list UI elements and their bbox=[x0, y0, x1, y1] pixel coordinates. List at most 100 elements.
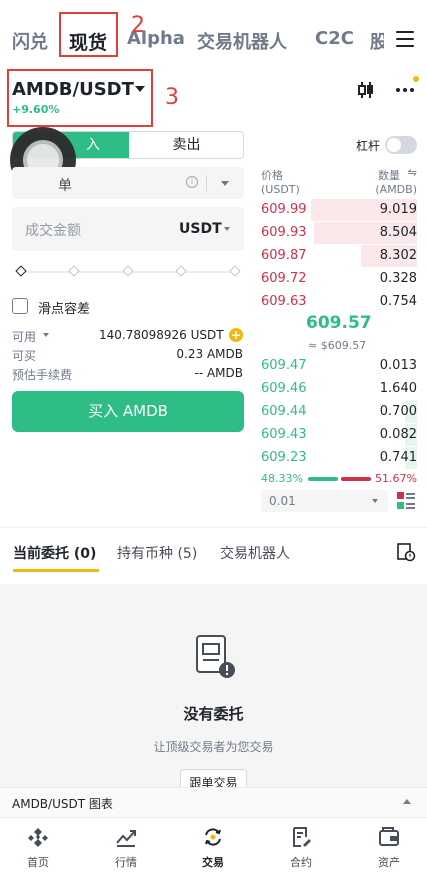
nav-home[interactable]: 首页 bbox=[8, 826, 68, 870]
amount-field[interactable]: 成交金额 USDT bbox=[12, 207, 244, 251]
info-icon[interactable]: i bbox=[186, 176, 198, 188]
bid-price: 609.43 bbox=[261, 427, 307, 442]
ask-price: 609.63 bbox=[261, 294, 307, 309]
swap-unit-icon[interactable]: ⇋ bbox=[408, 166, 417, 179]
bid-price: 609.46 bbox=[261, 381, 307, 396]
tab-open-orders[interactable]: 当前委托 (0) bbox=[13, 543, 96, 563]
buy-ratio-bar bbox=[308, 477, 338, 481]
ask-quantity: 8.504 bbox=[379, 225, 417, 240]
last-price: 609.57 bbox=[306, 313, 372, 333]
orderbook-layout-icon[interactable] bbox=[397, 492, 415, 510]
candlestick-chart-icon[interactable] bbox=[356, 80, 376, 100]
home-logo-icon bbox=[28, 828, 48, 847]
active-tab-indicator bbox=[13, 569, 99, 572]
bid-price: 609.44 bbox=[261, 404, 307, 419]
qty-unit: (AMDB) bbox=[375, 183, 417, 196]
bottom-nav: 首页 行情 交易 合约 资产 bbox=[0, 817, 427, 891]
ask-price: 609.93 bbox=[261, 225, 307, 240]
caret-down-icon bbox=[372, 499, 378, 503]
precision-select[interactable]: 0.01 bbox=[261, 490, 388, 512]
can-buy-label: 可买 bbox=[12, 349, 37, 363]
tab-flash-swap[interactable]: 闪兑 bbox=[12, 28, 48, 54]
sell-ratio-bar bbox=[341, 477, 371, 481]
pair-change: +9.60% bbox=[12, 103, 60, 116]
bid-quantity: 0.700 bbox=[379, 404, 417, 419]
pair-symbol[interactable]: AMDB/USDT bbox=[12, 79, 134, 100]
ask-price: 609.99 bbox=[261, 202, 307, 217]
bid-quantity: 0.741 bbox=[379, 450, 417, 465]
qty-header: 数量 bbox=[378, 169, 400, 182]
ask-row[interactable]: 609.63 0.754 bbox=[261, 291, 417, 313]
nav-futures[interactable]: 合约 bbox=[271, 826, 331, 870]
divider bbox=[0, 527, 427, 528]
caret-down-icon bbox=[221, 181, 229, 186]
slippage-label: 滑点容差 bbox=[38, 302, 91, 317]
available-label: 可用 bbox=[12, 330, 37, 344]
leverage-toggle[interactable] bbox=[385, 136, 417, 154]
caret-up-icon[interactable] bbox=[403, 799, 411, 804]
orders-panel bbox=[0, 584, 427, 792]
bid-price: 609.47 bbox=[261, 358, 307, 373]
futures-doc-icon bbox=[293, 827, 311, 847]
ask-quantity: 0.328 bbox=[379, 271, 417, 286]
empty-subtitle: 让顶级交易者为您交易 bbox=[153, 740, 274, 754]
menu-icon[interactable] bbox=[396, 31, 414, 47]
bid-quantity: 0.082 bbox=[379, 427, 417, 442]
price-header: 价格 bbox=[261, 169, 283, 182]
sell-tab[interactable]: 卖出 bbox=[129, 132, 244, 158]
annotation-number-2: 2 bbox=[131, 13, 145, 38]
annotation-box-2 bbox=[59, 12, 118, 57]
tab-holdings[interactable]: 持有币种 (5) bbox=[117, 543, 197, 563]
amount-unit-select[interactable]: USDT bbox=[179, 221, 222, 237]
notification-dot bbox=[413, 76, 419, 82]
available-value: 140.78098926 USDT bbox=[99, 328, 224, 342]
order-history-icon[interactable] bbox=[396, 542, 416, 562]
empty-title: 没有委托 bbox=[183, 705, 244, 723]
trade-icon bbox=[205, 828, 221, 846]
tab-c2c[interactable]: C2C bbox=[315, 28, 354, 49]
ask-price: 609.87 bbox=[261, 248, 307, 263]
nav-markets[interactable]: 行情 bbox=[96, 826, 156, 870]
ask-row[interactable]: 609.87 8.302 bbox=[261, 245, 417, 267]
nav-assets[interactable]: 资产 bbox=[359, 826, 419, 870]
tab-trading-bots[interactable]: 交易机器人 bbox=[197, 28, 287, 54]
last-price-usd: ≈ $609.57 bbox=[308, 339, 367, 352]
chart-bar[interactable]: AMDB/USDT 图表 bbox=[0, 787, 427, 817]
bid-quantity: 1.640 bbox=[379, 381, 417, 396]
wallet-icon bbox=[379, 827, 399, 846]
bid-price: 609.23 bbox=[261, 450, 307, 465]
markets-chart-icon bbox=[116, 830, 136, 847]
buy-ratio: 48.33% bbox=[261, 472, 303, 485]
annotation-number-3: 3 bbox=[165, 85, 179, 110]
empty-orders-icon bbox=[196, 635, 235, 678]
ask-row[interactable]: 609.99 9.019 bbox=[261, 199, 417, 221]
tab-stocks[interactable]: 股 bbox=[370, 28, 384, 54]
bid-row[interactable]: 609.44 0.700 bbox=[261, 401, 417, 423]
ask-quantity: 9.019 bbox=[379, 202, 417, 217]
ask-row[interactable]: 609.72 0.328 bbox=[261, 268, 417, 290]
ask-quantity: 8.302 bbox=[379, 248, 417, 263]
can-buy-value: 0.23 AMDB bbox=[176, 347, 243, 361]
caret-down-icon bbox=[224, 227, 230, 231]
bid-row[interactable]: 609.46 1.640 bbox=[261, 378, 417, 400]
ask-quantity: 0.754 bbox=[379, 294, 417, 309]
nav-trade[interactable]: 交易 bbox=[183, 826, 243, 870]
pair-dropdown-icon[interactable] bbox=[135, 86, 145, 92]
sell-ratio: 51.67% bbox=[375, 472, 417, 485]
caret-down-icon[interactable] bbox=[43, 333, 49, 337]
price-unit: (USDT) bbox=[261, 183, 300, 196]
bid-row[interactable]: 609.23 0.741 bbox=[261, 447, 417, 469]
ask-row[interactable]: 609.93 8.504 bbox=[261, 222, 417, 244]
bid-row[interactable]: 609.43 0.082 bbox=[261, 424, 417, 446]
tab-bots[interactable]: 交易机器人 bbox=[220, 543, 290, 563]
buy-button[interactable]: 买入 AMDB bbox=[12, 391, 244, 432]
fee-value: -- AMDB bbox=[194, 366, 243, 380]
order-type-select[interactable]: 单 i bbox=[12, 167, 244, 199]
slippage-checkbox[interactable] bbox=[12, 298, 28, 314]
more-icon[interactable] bbox=[396, 88, 416, 93]
ask-price: 609.72 bbox=[261, 271, 307, 286]
add-funds-icon[interactable]: + bbox=[229, 328, 243, 342]
bid-row[interactable]: 609.47 0.013 bbox=[261, 355, 417, 377]
bid-quantity: 0.013 bbox=[379, 358, 417, 373]
fee-label: 预估手续费 bbox=[12, 368, 73, 382]
